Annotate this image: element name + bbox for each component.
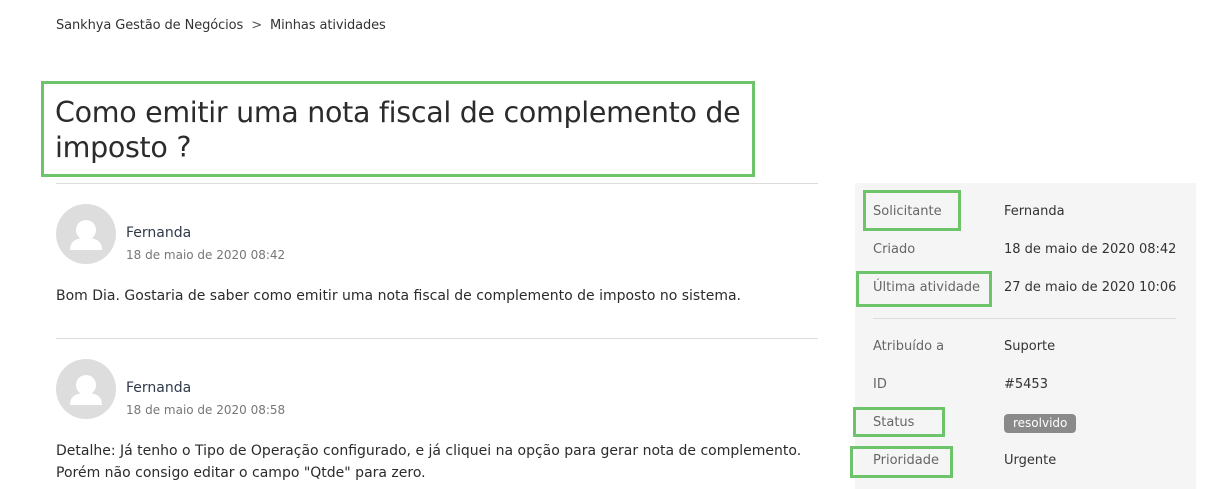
page-title: Como emitir uma nota fiscal de complemen… <box>55 96 741 164</box>
status-badge: resolvido <box>1004 414 1077 433</box>
comment-date: 18 de maio de 2020 08:58 <box>126 403 286 417</box>
comment-date: 18 de maio de 2020 08:42 <box>126 248 286 262</box>
properties-divider <box>873 318 1176 319</box>
breadcrumb-current-link[interactable]: Minhas atividades <box>270 18 386 33</box>
priority-highlight-box <box>850 446 953 478</box>
comment-author[interactable]: Fernanda <box>126 225 191 241</box>
created-label: Criado <box>873 242 916 257</box>
comment-body-line: Bom Dia. Gostaria de saber como emitir u… <box>56 288 741 304</box>
priority-value: Urgente <box>1004 453 1057 468</box>
user-silhouette-icon <box>70 375 102 405</box>
breadcrumb-separator: > <box>251 18 263 33</box>
assigned-label: Atribuído a <box>873 339 945 354</box>
comment-body-line: Detalhe: Já tenho o Tipo de Operação con… <box>56 443 802 459</box>
id-value: #5453 <box>1004 377 1048 392</box>
status-highlight-box <box>853 407 945 437</box>
breadcrumb-root-link[interactable]: Sankhya Gestão de Negócios <box>56 18 243 33</box>
comment: Fernanda 18 de maio de 2020 08:58 Detalh… <box>56 359 818 489</box>
last-activity-highlight-box <box>856 271 992 307</box>
avatar <box>56 359 116 419</box>
breadcrumb: Sankhya Gestão de Negócios > Minhas ativ… <box>56 18 386 33</box>
comment-body-line: Porém não consigo editar o campo "Qtde" … <box>56 465 426 481</box>
comment-divider <box>56 338 818 339</box>
last-activity-value: 27 de maio de 2020 10:06 <box>1004 280 1177 295</box>
comment-author[interactable]: Fernanda <box>126 380 191 396</box>
avatar <box>56 204 116 264</box>
user-silhouette-icon <box>70 220 102 250</box>
title-divider <box>56 183 818 184</box>
requester-highlight-box <box>863 190 961 231</box>
requester-value: Fernanda <box>1004 204 1065 219</box>
assigned-value: Suporte <box>1004 339 1056 354</box>
comment-body: Bom Dia. Gostaria de saber como emitir u… <box>56 285 741 307</box>
created-value: 18 de maio de 2020 08:42 <box>1004 242 1177 257</box>
id-label: ID <box>873 377 887 392</box>
comment-body: Detalhe: Já tenho o Tipo de Operação con… <box>56 440 801 484</box>
comment: Fernanda 18 de maio de 2020 08:42 Bom Di… <box>56 204 818 314</box>
